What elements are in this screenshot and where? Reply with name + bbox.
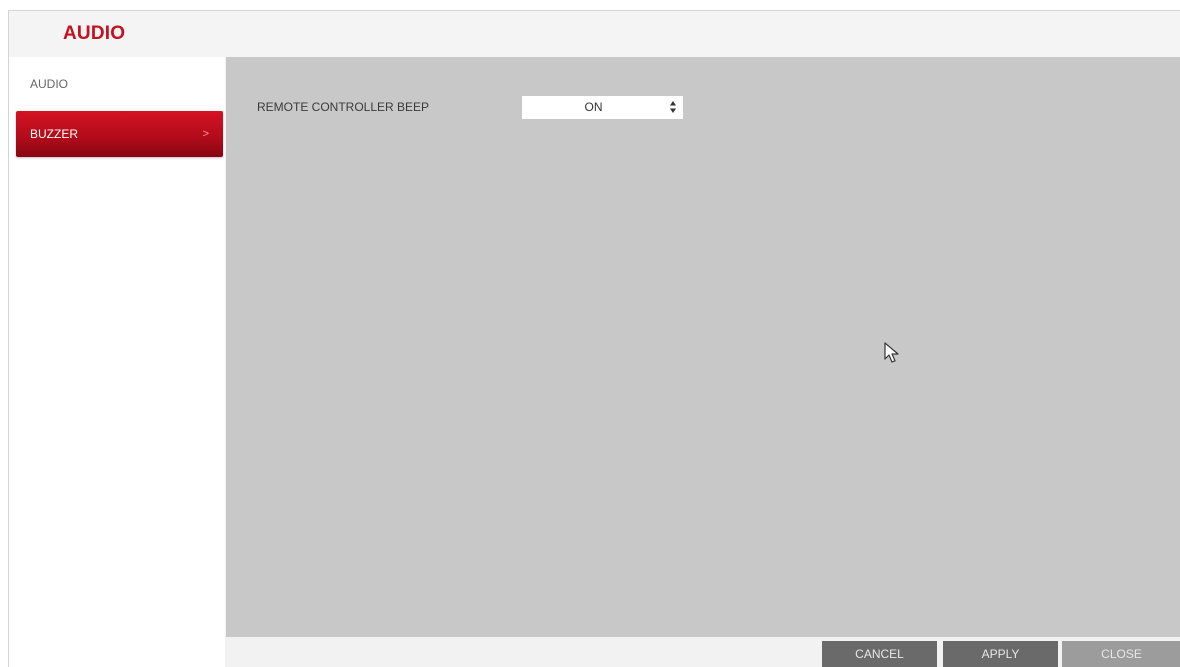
- sidebar: AUDIO BUZZER >: [9, 57, 225, 667]
- up-down-arrows-icon: [670, 101, 676, 113]
- sidebar-item-label: AUDIO: [30, 77, 69, 91]
- sidebar-item-audio[interactable]: AUDIO: [16, 61, 223, 107]
- remote-controller-beep-label: REMOTE CONTROLLER BEEP: [257, 100, 430, 114]
- close-button[interactable]: CLOSE: [1062, 641, 1180, 667]
- sidebar-item-label: BUZZER: [30, 127, 78, 141]
- apply-button[interactable]: APPLY: [943, 641, 1058, 667]
- chevron-right-icon: >: [202, 128, 209, 140]
- audio-settings-window: AUDIO AUDIO BUZZER > REMOTE CONTROLLER B…: [8, 10, 1180, 667]
- page-title: AUDIO: [63, 23, 126, 44]
- sidebar-item-buzzer[interactable]: BUZZER >: [16, 111, 223, 157]
- mouse-pointer-icon: [884, 342, 899, 363]
- select-value: ON: [584, 100, 603, 114]
- settings-panel: REMOTE CONTROLLER BEEP ON: [226, 57, 1180, 637]
- title-bar: AUDIO: [9, 11, 1180, 57]
- remote-controller-beep-select[interactable]: ON: [522, 96, 683, 119]
- cancel-button[interactable]: CANCEL: [822, 641, 937, 667]
